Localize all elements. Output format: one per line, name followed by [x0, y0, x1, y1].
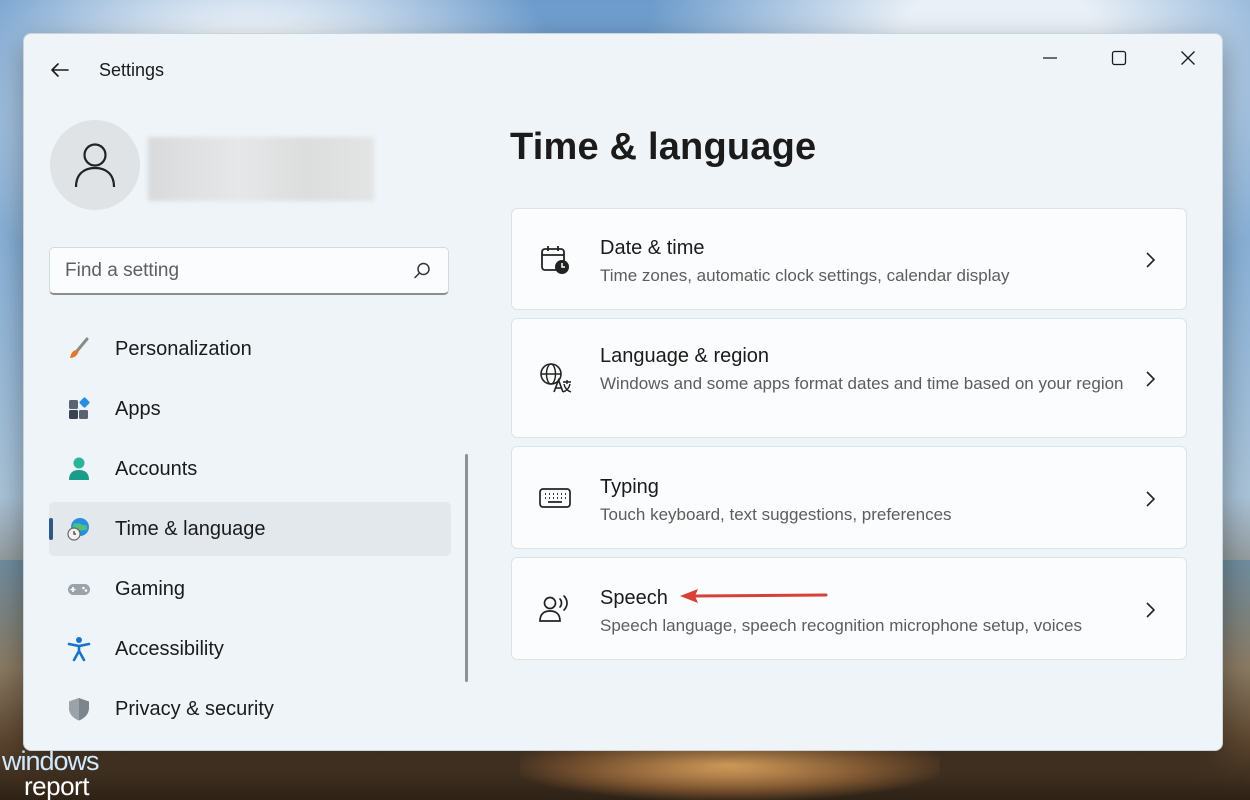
language-icon	[538, 361, 572, 395]
search-input[interactable]	[65, 260, 395, 282]
sidebar-nav: Personalization Apps Accounts	[49, 322, 451, 742]
sidebar-item-accounts[interactable]: Accounts	[49, 442, 451, 496]
settings-window: Settings	[23, 33, 1223, 751]
sidebar-scrollbar[interactable]	[465, 454, 468, 682]
sidebar-item-apps[interactable]: Apps	[49, 382, 451, 436]
accessibility-icon	[65, 635, 93, 663]
sidebar-item-label: Time & language	[115, 518, 265, 541]
sidebar-item-label: Accessibility	[115, 638, 224, 661]
card-language-region[interactable]: Language & region Windows and some apps …	[511, 318, 1187, 438]
card-typing[interactable]: Typing Touch keyboard, text suggestions,…	[511, 446, 1187, 549]
chevron-right-icon	[1142, 489, 1158, 509]
search-box[interactable]	[49, 247, 449, 295]
watermark-line2: report	[2, 774, 132, 798]
globe-clock-icon	[65, 515, 93, 543]
minimize-icon	[1042, 50, 1058, 66]
back-button[interactable]	[44, 54, 76, 86]
card-description: Time zones, automatic clock settings, ca…	[600, 264, 1130, 287]
maximize-button[interactable]	[1096, 42, 1142, 74]
user-avatar[interactable]	[50, 120, 140, 210]
card-title: Language & region	[600, 345, 769, 368]
sidebar-item-privacy-security[interactable]: Privacy & security	[49, 682, 451, 736]
sidebar-item-label: Gaming	[115, 578, 185, 601]
chevron-right-icon	[1142, 600, 1158, 620]
sidebar-item-time-language[interactable]: Time & language	[49, 502, 451, 556]
close-button[interactable]	[1165, 42, 1211, 74]
maximize-icon	[1111, 50, 1127, 66]
selection-indicator	[49, 518, 53, 540]
gamepad-icon	[65, 575, 93, 603]
app-title: Settings	[99, 60, 164, 81]
card-title: Date & time	[600, 237, 704, 260]
card-title: Speech	[600, 587, 668, 610]
accounts-icon	[65, 455, 93, 483]
card-date-time[interactable]: Date & time Time zones, automatic clock …	[511, 208, 1187, 310]
sidebar-item-label: Apps	[115, 398, 161, 421]
chevron-right-icon	[1142, 369, 1158, 389]
search-icon[interactable]	[412, 261, 432, 281]
brush-icon	[65, 335, 93, 363]
sidebar-item-personalization[interactable]: Personalization	[49, 322, 451, 376]
card-description: Windows and some apps format dates and t…	[600, 372, 1130, 395]
sidebar-item-label: Personalization	[115, 338, 252, 361]
keyboard-icon	[538, 481, 572, 515]
user-name-redacted	[148, 137, 374, 201]
watermark-logo: windows report	[2, 748, 132, 798]
page-title: Time & language	[510, 126, 816, 169]
speech-icon	[538, 592, 572, 626]
card-description: Touch keyboard, text suggestions, prefer…	[600, 503, 1130, 526]
sidebar-item-label: Accounts	[115, 458, 197, 481]
chevron-right-icon	[1142, 250, 1158, 270]
sidebar-item-label: Privacy & security	[115, 698, 274, 721]
apps-icon	[65, 395, 93, 423]
shield-icon	[65, 695, 93, 723]
minimize-button[interactable]	[1027, 42, 1073, 74]
card-description: Speech language, speech recognition micr…	[600, 614, 1130, 637]
card-title: Typing	[600, 476, 659, 499]
card-speech[interactable]: Speech Speech language, speech recogniti…	[511, 557, 1187, 660]
close-icon	[1180, 50, 1196, 66]
annotation-arrow	[680, 588, 830, 606]
back-arrow-icon	[50, 62, 70, 78]
sidebar-item-accessibility[interactable]: Accessibility	[49, 622, 451, 676]
calendar-clock-icon	[538, 243, 572, 277]
person-icon	[73, 141, 117, 189]
sidebar-item-gaming[interactable]: Gaming	[49, 562, 451, 616]
settings-cards: Date & time Time zones, automatic clock …	[511, 208, 1187, 668]
title-bar: Settings	[24, 34, 1222, 104]
